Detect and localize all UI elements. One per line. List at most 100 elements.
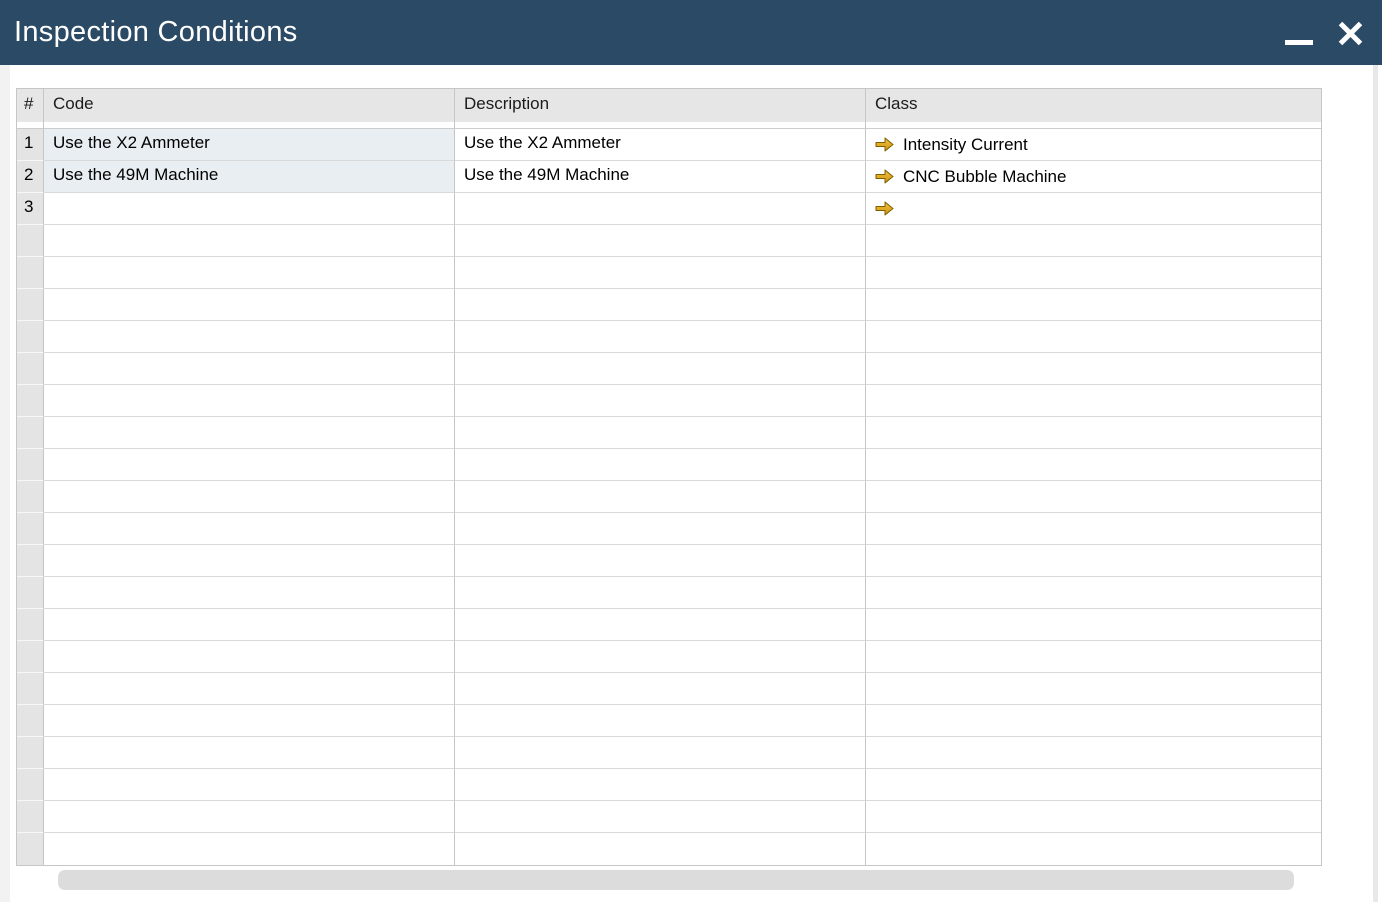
column-header-row-number[interactable]: # xyxy=(17,89,44,128)
row-number-cell[interactable] xyxy=(17,225,44,257)
row-number-cell[interactable] xyxy=(17,417,44,449)
description-cell[interactable] xyxy=(455,353,866,385)
class-cell[interactable] xyxy=(866,641,1321,673)
column-header-description[interactable]: Description xyxy=(455,89,866,128)
table-row[interactable] xyxy=(17,449,1321,481)
code-cell[interactable] xyxy=(44,225,455,257)
row-number-cell[interactable] xyxy=(17,449,44,481)
class-cell[interactable] xyxy=(866,737,1321,769)
class-cell[interactable] xyxy=(866,545,1321,577)
titlebar[interactable]: Inspection Conditions xyxy=(0,0,1382,65)
column-header-class[interactable]: Class xyxy=(866,89,1321,128)
row-number-cell[interactable]: 2 xyxy=(17,161,44,193)
row-number-cell[interactable]: 3 xyxy=(17,193,44,225)
description-cell[interactable] xyxy=(455,193,866,225)
code-cell[interactable] xyxy=(44,577,455,609)
code-cell[interactable] xyxy=(44,449,455,481)
description-cell[interactable]: Use the X2 Ammeter xyxy=(455,129,866,161)
row-number-cell[interactable] xyxy=(17,353,44,385)
description-cell[interactable] xyxy=(455,481,866,513)
close-button[interactable] xyxy=(1337,18,1364,47)
table-row[interactable] xyxy=(17,225,1321,257)
code-cell[interactable] xyxy=(44,545,455,577)
table-row[interactable] xyxy=(17,257,1321,289)
table-row[interactable] xyxy=(17,513,1321,545)
class-cell[interactable] xyxy=(866,225,1321,257)
class-cell[interactable] xyxy=(866,353,1321,385)
horizontal-scrollbar-thumb[interactable] xyxy=(58,870,1294,890)
description-cell[interactable] xyxy=(455,705,866,737)
description-cell[interactable] xyxy=(455,513,866,545)
description-cell[interactable] xyxy=(455,321,866,353)
code-cell[interactable] xyxy=(44,321,455,353)
code-cell[interactable]: Use the 49M Machine xyxy=(44,161,455,193)
class-cell[interactable]: CNC Bubble Machine xyxy=(866,161,1321,193)
table-row[interactable] xyxy=(17,321,1321,353)
row-number-cell[interactable] xyxy=(17,769,44,801)
row-number-cell[interactable] xyxy=(17,705,44,737)
class-cell[interactable] xyxy=(866,257,1321,289)
code-cell[interactable] xyxy=(44,481,455,513)
table-row[interactable] xyxy=(17,545,1321,577)
table-row[interactable] xyxy=(17,481,1321,513)
code-cell[interactable] xyxy=(44,289,455,321)
class-cell[interactable] xyxy=(866,385,1321,417)
table-row[interactable]: 2Use the 49M MachineUse the 49M MachineC… xyxy=(17,161,1321,193)
class-cell[interactable] xyxy=(866,513,1321,545)
code-cell[interactable] xyxy=(44,641,455,673)
code-cell[interactable] xyxy=(44,353,455,385)
code-cell[interactable] xyxy=(44,705,455,737)
description-cell[interactable] xyxy=(455,769,866,801)
column-header-code[interactable]: Code xyxy=(44,89,455,128)
row-number-cell[interactable] xyxy=(17,289,44,321)
code-cell[interactable] xyxy=(44,609,455,641)
horizontal-scrollbar[interactable] xyxy=(16,868,1322,892)
description-cell[interactable] xyxy=(455,737,866,769)
class-cell[interactable] xyxy=(866,705,1321,737)
row-number-cell[interactable] xyxy=(17,833,44,865)
description-cell[interactable] xyxy=(455,417,866,449)
row-number-cell[interactable] xyxy=(17,673,44,705)
table-row[interactable] xyxy=(17,641,1321,673)
code-cell[interactable] xyxy=(44,257,455,289)
row-number-cell[interactable] xyxy=(17,801,44,833)
code-cell[interactable] xyxy=(44,801,455,833)
row-number-cell[interactable] xyxy=(17,257,44,289)
code-cell[interactable] xyxy=(44,833,455,865)
description-cell[interactable] xyxy=(455,641,866,673)
description-cell[interactable] xyxy=(455,609,866,641)
class-cell[interactable] xyxy=(866,577,1321,609)
table-row[interactable] xyxy=(17,385,1321,417)
class-cell[interactable] xyxy=(866,449,1321,481)
code-cell[interactable] xyxy=(44,737,455,769)
minimize-button[interactable] xyxy=(1285,20,1313,45)
table-row[interactable] xyxy=(17,577,1321,609)
description-cell[interactable] xyxy=(455,449,866,481)
description-cell[interactable] xyxy=(455,673,866,705)
description-cell[interactable] xyxy=(455,225,866,257)
class-cell[interactable] xyxy=(866,321,1321,353)
table-row[interactable] xyxy=(17,705,1321,737)
table-row[interactable] xyxy=(17,833,1321,865)
table-row[interactable] xyxy=(17,673,1321,705)
code-cell[interactable] xyxy=(44,769,455,801)
class-cell[interactable] xyxy=(866,769,1321,801)
class-cell[interactable] xyxy=(866,801,1321,833)
description-cell[interactable] xyxy=(455,385,866,417)
class-cell[interactable] xyxy=(866,193,1321,225)
table-row[interactable] xyxy=(17,609,1321,641)
code-cell[interactable] xyxy=(44,385,455,417)
description-cell[interactable] xyxy=(455,289,866,321)
table-row[interactable] xyxy=(17,737,1321,769)
description-cell[interactable]: Use the 49M Machine xyxy=(455,161,866,193)
row-number-cell[interactable] xyxy=(17,609,44,641)
class-cell[interactable] xyxy=(866,481,1321,513)
row-number-cell[interactable] xyxy=(17,545,44,577)
code-cell[interactable]: Use the X2 Ammeter xyxy=(44,129,455,161)
code-cell[interactable] xyxy=(44,417,455,449)
code-cell[interactable] xyxy=(44,193,455,225)
class-cell[interactable] xyxy=(866,417,1321,449)
code-cell[interactable] xyxy=(44,513,455,545)
table-row[interactable]: 3 xyxy=(17,193,1321,225)
description-cell[interactable] xyxy=(455,801,866,833)
